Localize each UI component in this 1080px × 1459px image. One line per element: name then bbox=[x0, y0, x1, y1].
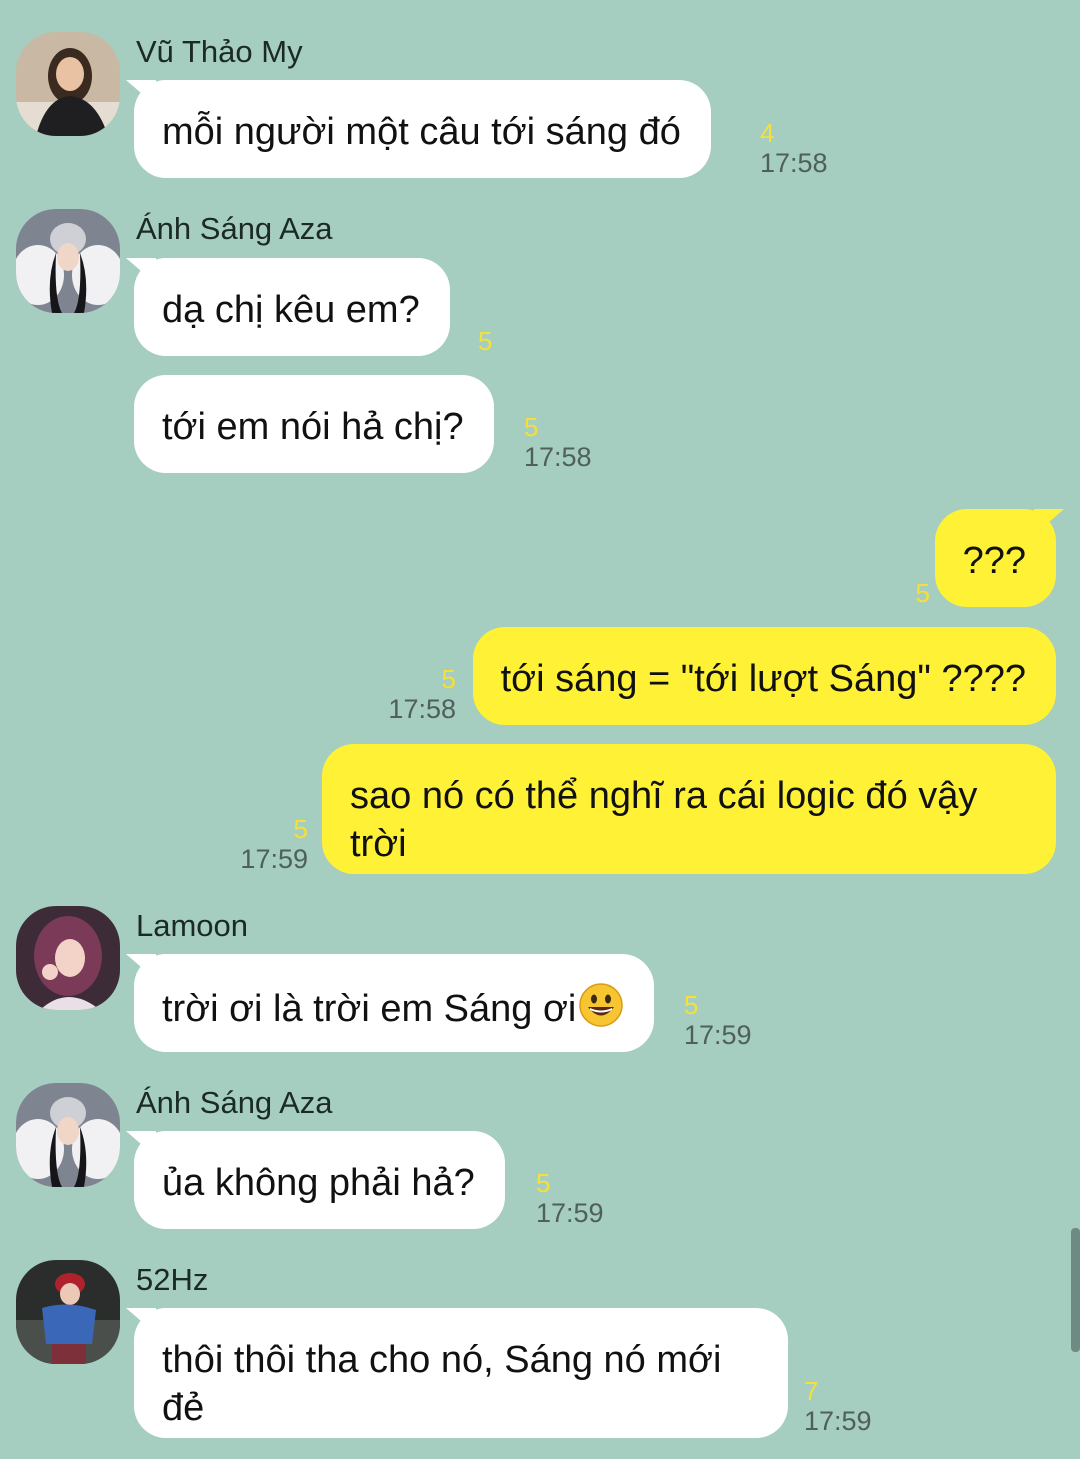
grinning-face-emoji bbox=[578, 982, 624, 1040]
message-time: 17:59 bbox=[536, 1198, 604, 1228]
sender-name: Ánh Sáng Aza bbox=[136, 211, 333, 246]
message-text: tới em nói hả chị? bbox=[162, 406, 464, 448]
sender-name: Ánh Sáng Aza bbox=[136, 1085, 333, 1120]
unread-count: 7 bbox=[804, 1376, 819, 1406]
unread-count: 5 bbox=[536, 1168, 551, 1198]
unread-count: 5 bbox=[684, 990, 699, 1020]
message-meta: 5 17:59 bbox=[240, 814, 308, 874]
unread-count: 4 bbox=[760, 118, 775, 148]
message-bubble-outgoing[interactable]: ??? bbox=[934, 509, 1056, 607]
message-bubble-outgoing[interactable]: sao nó có thể nghĩ ra cái logic đó vậy t… bbox=[322, 744, 1056, 874]
message-time: 17:58 bbox=[524, 442, 592, 472]
message-text: ủa không phải hả? bbox=[162, 1162, 475, 1204]
message-bubble[interactable]: thôi thôi tha cho nó, Sáng nó mới đẻ bbox=[134, 1308, 788, 1438]
message-bubble-outgoing[interactable]: tới sáng = "tới lượt Sáng" ???? bbox=[472, 627, 1056, 725]
scrollbar[interactable] bbox=[1071, 1228, 1080, 1352]
message-meta: 5 17:58 bbox=[524, 412, 592, 472]
message-meta: 5 bbox=[478, 326, 492, 356]
message-text: dạ chị kêu em? bbox=[162, 289, 420, 331]
chat-message-list[interactable]: Vũ Thảo My mỗi người một câu tới sáng đó… bbox=[0, 0, 1080, 1459]
unread-count: 5 bbox=[478, 326, 493, 356]
message-meta: 5 17:59 bbox=[536, 1168, 604, 1228]
sender-name: 52Hz bbox=[136, 1262, 209, 1297]
message-text: trời ơi là trời em Sáng ơi bbox=[162, 988, 577, 1031]
message-text: sao nó có thể nghĩ ra cái logic đó vậy t… bbox=[350, 775, 978, 865]
message-meta: 5 bbox=[916, 578, 930, 608]
avatar-52hz[interactable] bbox=[16, 1260, 120, 1364]
message-text: thôi thôi tha cho nó, Sáng nó mới đẻ bbox=[162, 1339, 722, 1429]
message-bubble[interactable]: mỗi người một câu tới sáng đó bbox=[134, 80, 711, 178]
message-time: 17:58 bbox=[760, 148, 828, 178]
message-meta: 5 17:58 bbox=[388, 664, 456, 724]
sender-name: Vũ Thảo My bbox=[136, 34, 303, 69]
message-meta: 4 17:58 bbox=[760, 118, 828, 178]
unread-count: 5 bbox=[293, 814, 308, 844]
avatar-anh-sang-aza[interactable] bbox=[16, 209, 120, 313]
message-text: ??? bbox=[962, 540, 1026, 582]
message-time: 17:59 bbox=[804, 1406, 872, 1436]
message-time: 17:59 bbox=[240, 844, 308, 874]
message-time: 17:58 bbox=[388, 694, 456, 724]
avatar-vu-thao-my[interactable] bbox=[16, 32, 120, 136]
avatar-lamoon[interactable] bbox=[16, 906, 120, 1010]
message-text: mỗi người một câu tới sáng đó bbox=[162, 111, 681, 153]
sender-name: Lamoon bbox=[136, 908, 249, 943]
message-bubble[interactable]: trời ơi là trời em Sáng ơi bbox=[134, 954, 655, 1052]
message-time: 17:59 bbox=[684, 1020, 752, 1050]
message-bubble[interactable]: ủa không phải hả? bbox=[134, 1131, 505, 1229]
unread-count: 5 bbox=[915, 578, 930, 608]
avatar-anh-sang-aza[interactable] bbox=[16, 1083, 120, 1187]
message-bubble[interactable]: dạ chị kêu em? bbox=[134, 258, 450, 356]
unread-count: 5 bbox=[524, 412, 539, 442]
message-meta: 7 17:59 bbox=[804, 1376, 872, 1436]
message-meta: 5 17:59 bbox=[684, 990, 752, 1050]
unread-count: 5 bbox=[441, 664, 456, 694]
message-bubble[interactable]: tới em nói hả chị? bbox=[134, 375, 494, 473]
message-text: tới sáng = "tới lượt Sáng" ???? bbox=[500, 658, 1026, 700]
